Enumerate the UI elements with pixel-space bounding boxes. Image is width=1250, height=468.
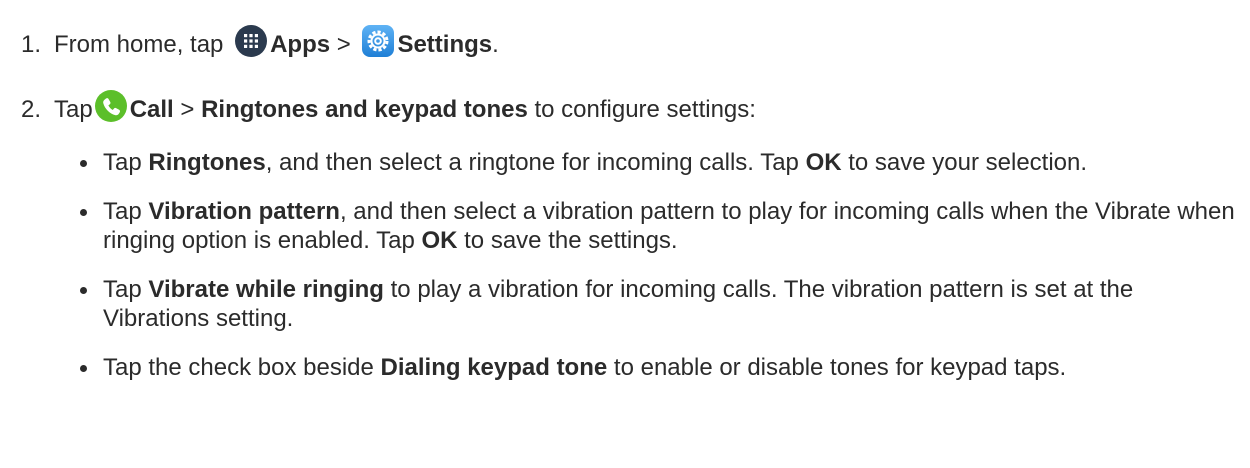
step-text-end: . bbox=[492, 31, 499, 58]
bullet-text: to save your selection. bbox=[848, 149, 1088, 176]
bullet-text: Tap the check box beside bbox=[103, 354, 374, 381]
list-item: Tap the check box beside Dialing keypad … bbox=[80, 353, 1240, 382]
list-item: Tap Ringtones, and then select a rington… bbox=[80, 148, 1240, 177]
bullet-text: Tap bbox=[103, 276, 142, 303]
bullet-bold: Vibrate while ringing bbox=[148, 276, 384, 303]
call-label: Call bbox=[129, 96, 174, 123]
step-text: From home, tap bbox=[54, 31, 224, 58]
bullet-list: Tap Ringtones, and then select a rington… bbox=[80, 148, 1240, 402]
bullet-text: to save the settings. bbox=[464, 227, 678, 254]
ringtones-keypad-label: Ringtones and keypad tones bbox=[201, 96, 528, 123]
step-number: 2. bbox=[21, 96, 42, 123]
settings-icon bbox=[362, 25, 395, 57]
bullet-bold: OK bbox=[805, 149, 842, 176]
step-1: 1. From home, tap Apps > Settings. bbox=[21, 25, 499, 60]
bullet-bold: Vibration pattern bbox=[148, 198, 340, 225]
bullet-bold: OK bbox=[421, 227, 458, 254]
step-2: 2. Tap Call > Ringtones and keypad tones … bbox=[21, 90, 756, 125]
document: 1. From home, tap Apps > Settings. 2. Tap bbox=[0, 0, 1250, 468]
settings-label: Settings bbox=[397, 31, 493, 58]
list-item: Tap Vibrate while ringing to play a vibr… bbox=[80, 275, 1240, 333]
separator: > bbox=[336, 31, 351, 58]
list-item: Tap Vibration pattern, and then select a… bbox=[80, 197, 1240, 255]
step-text: Tap bbox=[54, 96, 93, 123]
bullet-bold: Dialing keypad tone bbox=[380, 354, 608, 381]
bullet-text: Tap bbox=[103, 198, 142, 225]
separator: > bbox=[180, 96, 195, 123]
step-text-end: to configure settings: bbox=[534, 96, 756, 123]
phone-icon bbox=[94, 90, 127, 122]
bullet-text: to enable or disable tones for keypad ta… bbox=[613, 354, 1067, 381]
bullet-text: , and then select a ringtone for incomin… bbox=[265, 149, 799, 176]
step-number: 1. bbox=[21, 31, 42, 58]
apps-label: Apps bbox=[270, 31, 331, 58]
bullet-bold: Ringtones bbox=[148, 149, 266, 176]
bullet-text: Tap bbox=[103, 149, 142, 176]
apps-icon bbox=[235, 25, 268, 57]
